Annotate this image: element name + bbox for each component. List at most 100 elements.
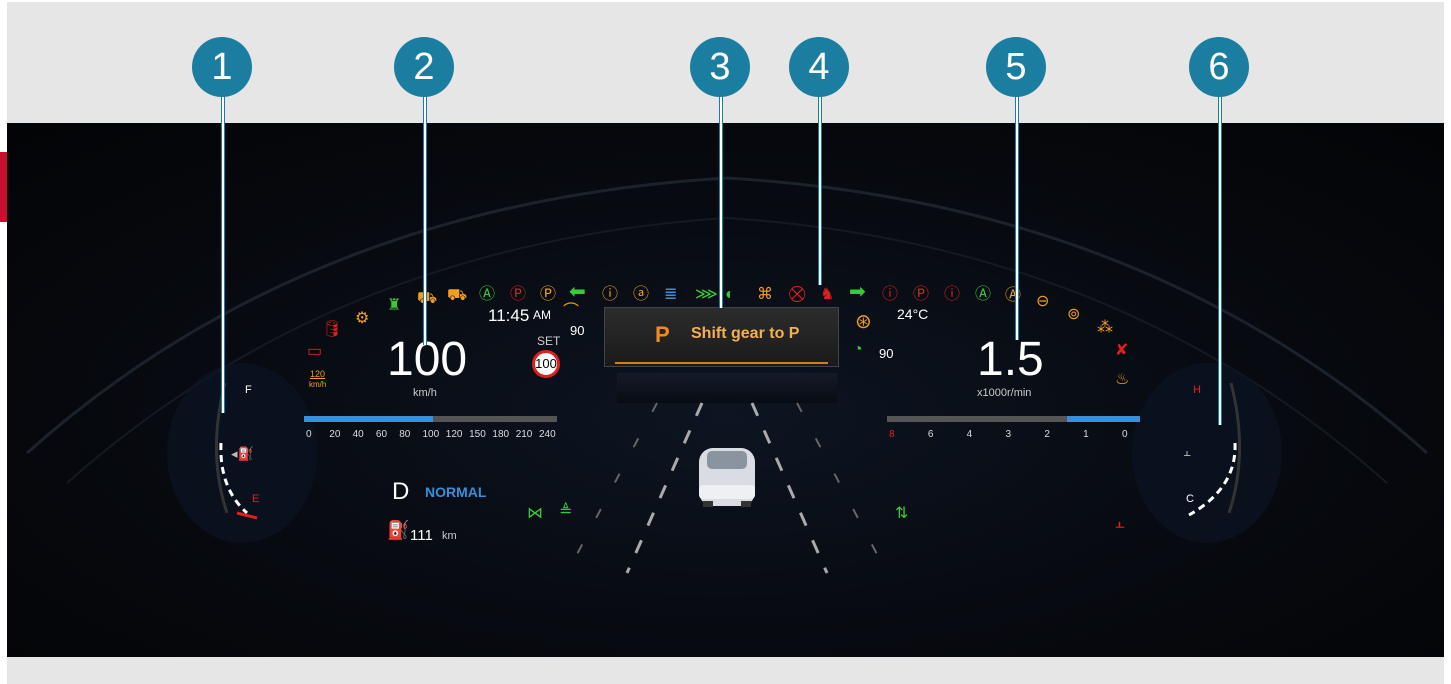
speed-unit: km/h: [413, 387, 437, 399]
road-edge-right: [796, 402, 877, 557]
message-glow-line: [615, 362, 828, 364]
defrost-icon: ♨: [1115, 371, 1130, 388]
gear-position: D: [392, 478, 410, 505]
speed-scale: 0 20 40 60 80 100 120 150 180 210 240: [304, 425, 557, 441]
callout-2: 2: [394, 37, 454, 97]
fuel-empty-label: E: [252, 493, 260, 505]
scale-tick-label: 2: [1044, 429, 1050, 440]
eps-icon: ⊖: [1036, 293, 1050, 310]
tach-scale: 8 6 4 3 2 1 0: [887, 425, 1140, 441]
scale-tick-label: 150: [469, 429, 486, 440]
tach-bar-fill: [1066, 416, 1140, 422]
door-open-icon: ⛒: [789, 286, 806, 303]
speed-limit-value: 120: [310, 369, 326, 379]
turn-right-icon: ➡: [849, 281, 866, 303]
airbag-icon: ✘: [1115, 342, 1129, 359]
scale-tick-label: 4: [966, 429, 973, 440]
stability-off-icon: ⛟: [447, 287, 468, 304]
callout-leader-2: [423, 95, 427, 345]
lane-assist-icon: ⋈: [527, 505, 543, 522]
clock-time: 11:45: [488, 306, 530, 325]
speed-bar-fill: [304, 416, 434, 422]
callout-6: 6: [1189, 37, 1249, 97]
parking-auto-icon: Ⓟ: [540, 286, 557, 303]
steering-warning-icon: ⊛: [855, 311, 872, 333]
section-tab-marker: [0, 152, 7, 222]
brake-system-icon: ⓘ: [882, 286, 899, 303]
parking-brake-icon: Ⓟ: [510, 286, 527, 303]
speed-value: 100: [387, 333, 468, 386]
slip-icon: ⛟: [417, 290, 438, 307]
rear-fog-icon: ⌘: [757, 286, 773, 303]
fuel-full-label: F: [245, 384, 252, 396]
speed-limit-sign: 100: [532, 350, 560, 378]
scale-tick-label: 0: [1122, 429, 1128, 440]
scale-tick-label: 80: [399, 429, 411, 440]
scale-tick-label: 8: [889, 429, 895, 440]
scale-tick-label: 100: [422, 429, 440, 440]
auto-start-stop-icon: Ⓐ: [975, 286, 992, 303]
epb-icon: Ⓟ: [913, 286, 930, 303]
drive-mode: NORMAL: [425, 484, 487, 500]
curve-speed-icon: ⌒: [563, 303, 580, 320]
tach-unit: x1000r/min: [977, 387, 1032, 399]
front-fog-icon: ◐: [725, 286, 735, 303]
callout-leader-5: [1015, 95, 1019, 340]
cruise-icon: ◔: [853, 341, 863, 358]
high-beam-icon: ≣: [664, 286, 678, 303]
abs-icon: ⊚: [1067, 306, 1081, 323]
curve-speed-value: 90: [570, 323, 585, 338]
road-edge-left: [577, 402, 658, 557]
scale-tick-label: 0: [306, 429, 312, 440]
seatbelt-passenger-icon: ♜: [387, 297, 402, 314]
fuel-icon: ⛽: [387, 520, 410, 540]
gear-shift-icon: ⁂: [1097, 319, 1113, 336]
auto-headlight-icon: ⓐ: [633, 286, 650, 303]
auto-hold-icon: Ⓐ: [479, 286, 496, 303]
scale-tick-label: 1: [1083, 429, 1089, 440]
callout-4: 4: [789, 37, 849, 97]
callout-5: 5: [986, 37, 1046, 97]
callout-3: 3: [690, 37, 750, 97]
footer-band: [7, 657, 1444, 684]
cruise-speed-value: 90: [879, 346, 894, 361]
coolant-warning-icon: ⫠: [1115, 515, 1125, 532]
callout-leader-6: [1218, 95, 1222, 425]
range-value: 111: [410, 527, 433, 544]
callout-leader-1: [221, 95, 225, 413]
oil-pressure-icon: 🛢: [322, 321, 343, 338]
temp-cold-label: C: [1186, 493, 1194, 505]
lane-line-left: [625, 402, 704, 574]
callout-1: 1: [192, 37, 252, 97]
speed-limit-sign-value: 100: [535, 356, 557, 371]
fuel-gauge: [215, 382, 258, 520]
side-light-icon: ⋙: [695, 286, 718, 303]
lane-line-right: [750, 402, 829, 574]
outside-temp: 24°C: [897, 306, 929, 322]
callout-leader-3: [719, 95, 723, 308]
battery-icon: ▭: [307, 343, 323, 360]
scale-tick-label: 120: [445, 429, 463, 440]
scale-tick-label: 180: [492, 429, 510, 440]
scale-tick-label: 210: [515, 429, 533, 440]
scale-tick-label: 3: [1005, 429, 1012, 440]
callout-leader-4: [818, 95, 822, 285]
driver-message-box: P Shift gear to P: [604, 307, 839, 367]
message-gear-letter: P: [655, 322, 670, 347]
speed-limit-unit: km/h: [309, 380, 327, 389]
clock-ampm: AM: [533, 308, 551, 322]
set-label: SET: [537, 334, 561, 348]
temp-hot-label: H: [1193, 384, 1201, 396]
road-scene: [577, 373, 877, 574]
tach-value: 1.5: [977, 333, 1044, 386]
lane-keep-icon: ≜: [559, 503, 573, 520]
vehicle-icon: [699, 448, 755, 507]
range-unit: km: [442, 530, 457, 542]
tire-pressure-icon: ⓘ: [944, 286, 961, 303]
hill-descent-icon: ⇅: [895, 505, 909, 522]
message-text: Shift gear to P: [691, 325, 800, 342]
scale-tick-label: 20: [329, 429, 341, 440]
scale-tick-label: 40: [352, 429, 364, 440]
scale-tick-label: 6: [927, 429, 934, 440]
turn-left-icon: ⬅: [569, 281, 586, 303]
